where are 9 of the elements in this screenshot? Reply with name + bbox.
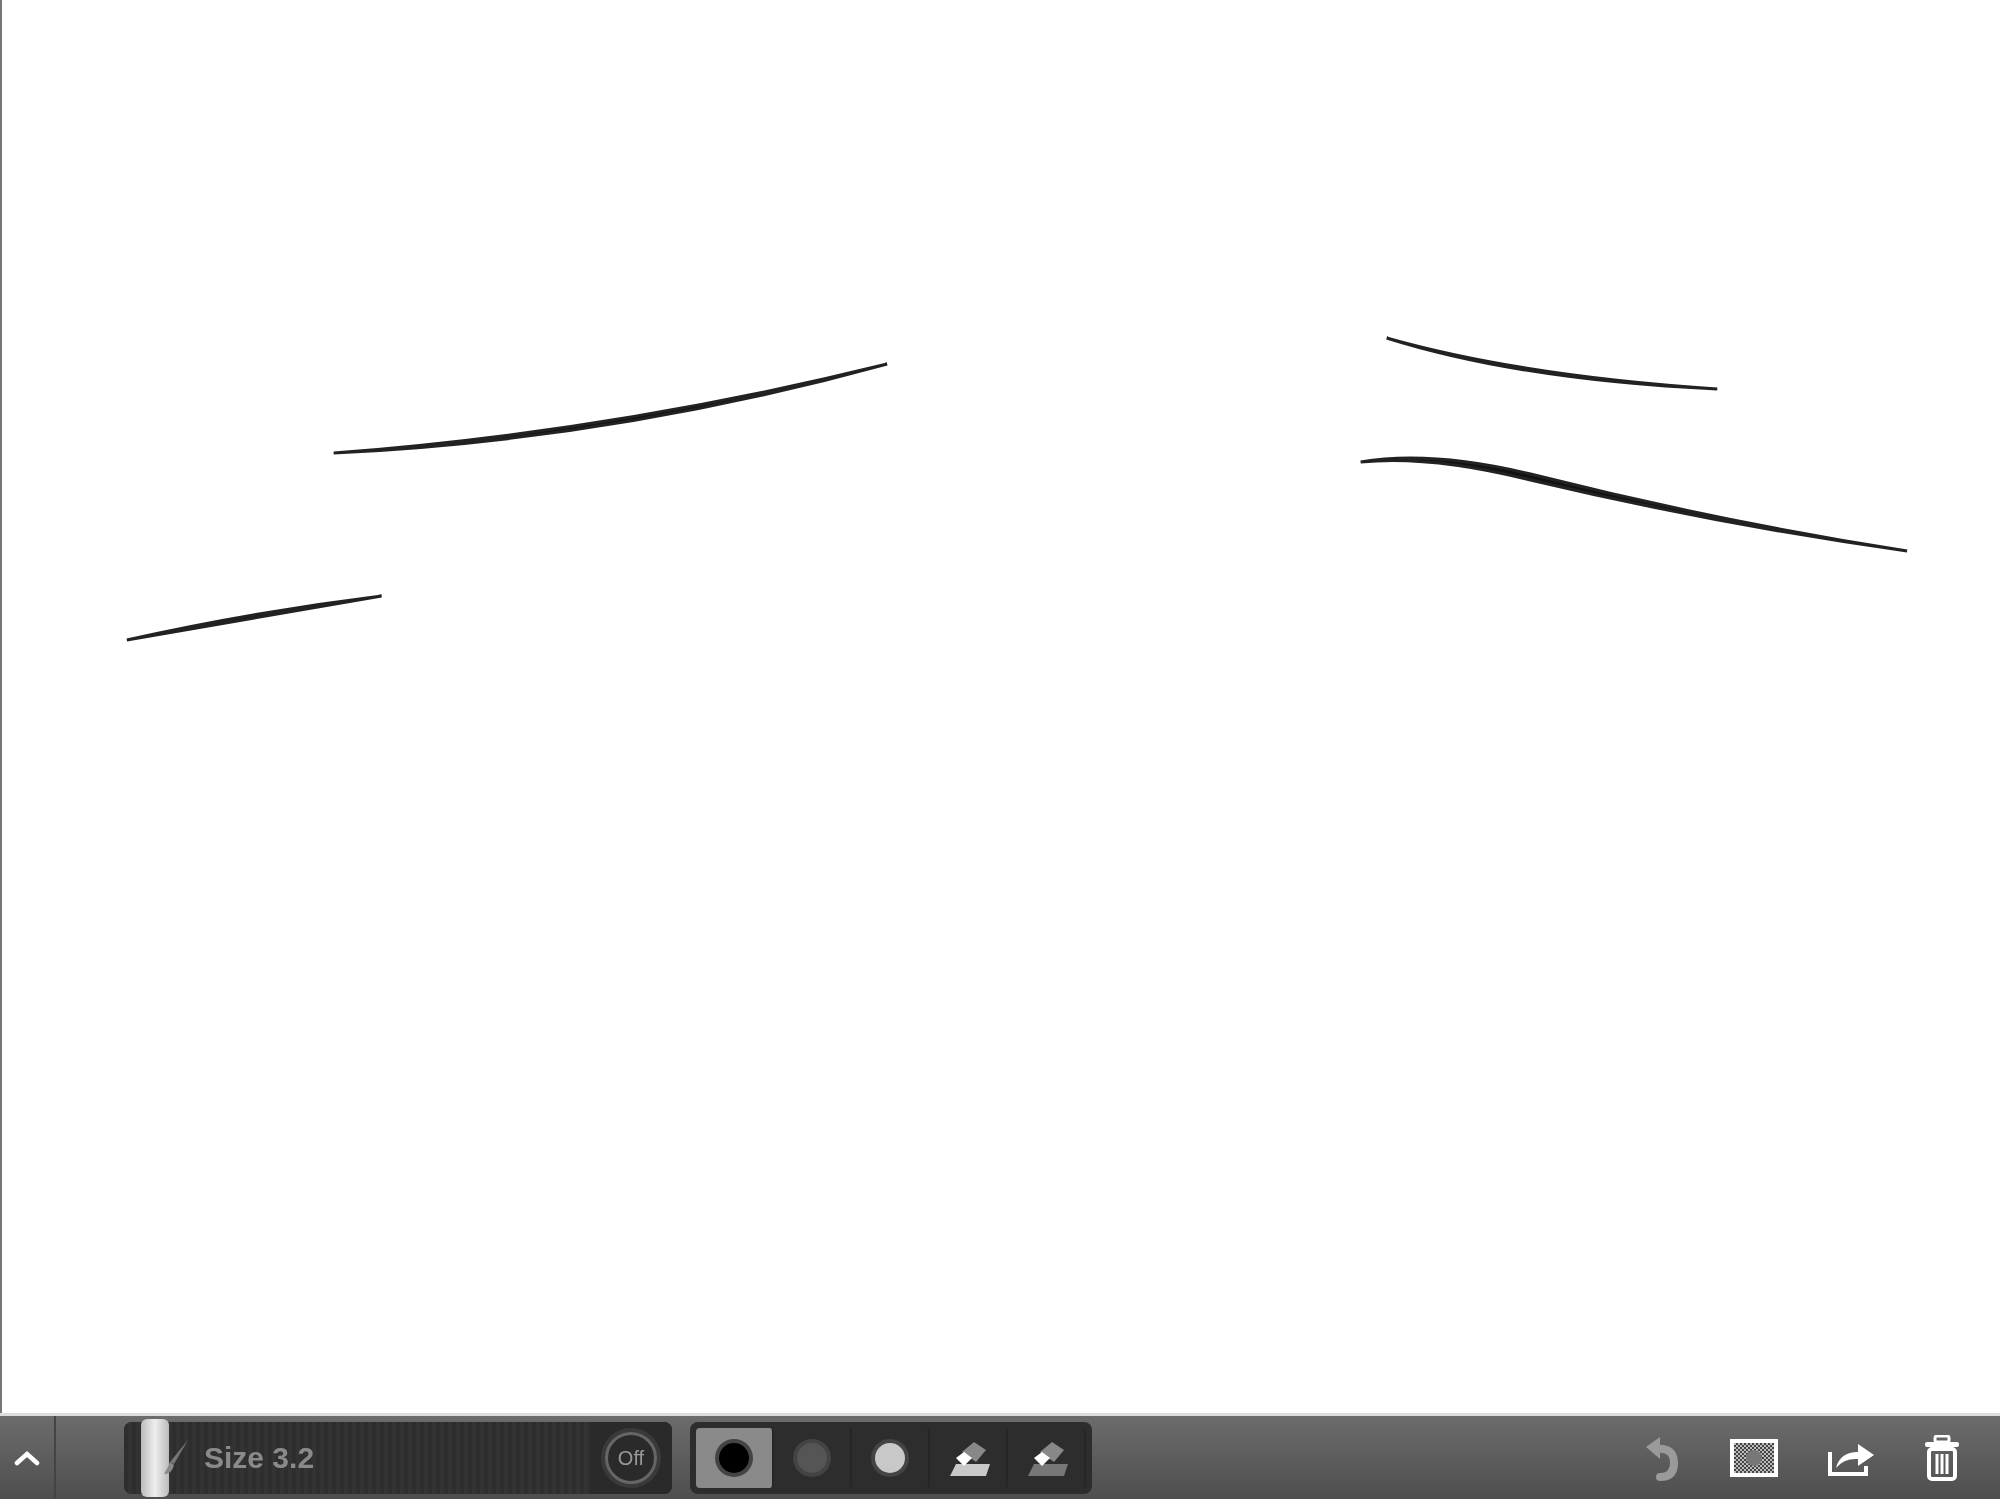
brush-size-label: Size 3.2 — [204, 1440, 315, 1476]
trash-button[interactable] — [1924, 1434, 1960, 1481]
canvas-button[interactable] — [1730, 1438, 1778, 1477]
brush-size-slider[interactable]: Size 3.2 Off — [124, 1421, 672, 1494]
color-swatch[interactable] — [696, 1427, 774, 1488]
chevron-up-icon — [14, 1449, 40, 1466]
canvas-icon — [1730, 1438, 1778, 1477]
slider-thumb[interactable] — [140, 1418, 169, 1497]
trash-icon — [1924, 1434, 1960, 1481]
